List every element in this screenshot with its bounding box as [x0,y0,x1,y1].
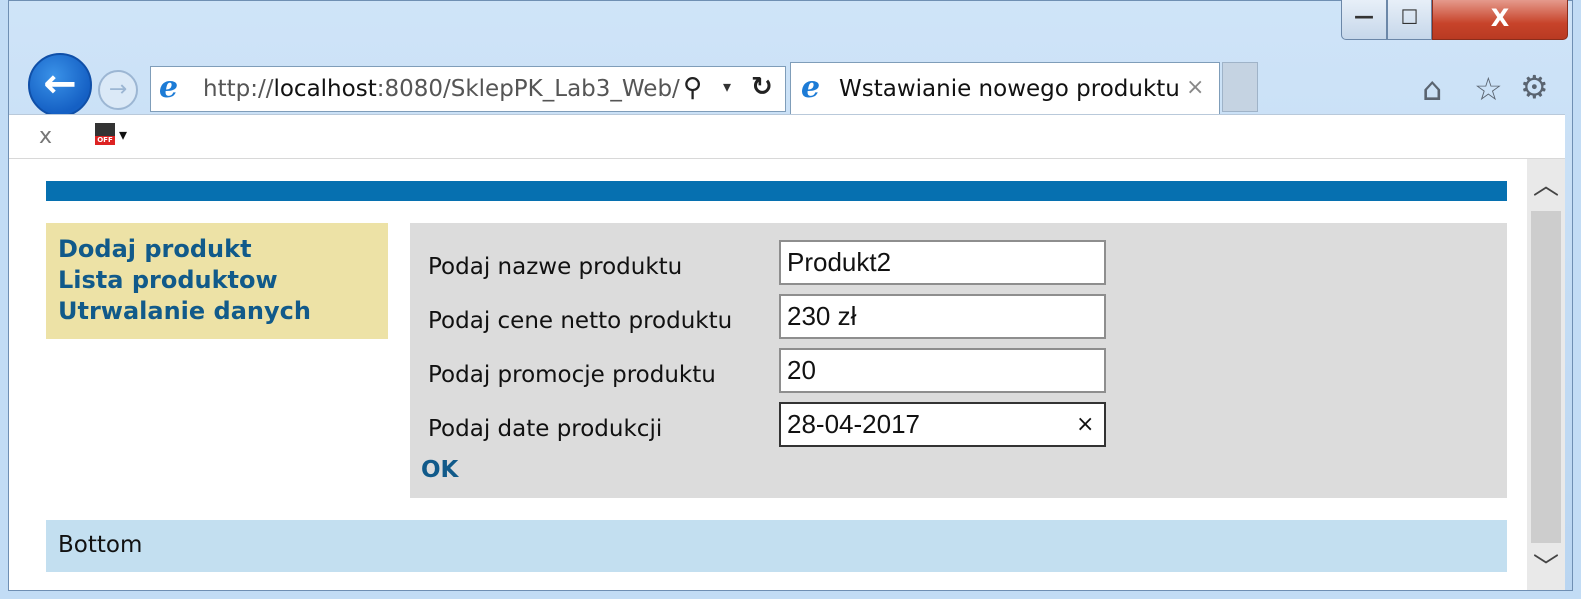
footer: Bottom [46,520,1507,572]
promotion-input[interactable] [779,348,1106,393]
scroll-up-icon[interactable]: ︿ [1527,165,1565,202]
tab-close-icon[interactable]: × [1186,75,1204,100]
back-button[interactable]: ← [28,53,92,117]
product-form: Podaj nazwe produktu Podaj cene netto pr… [410,223,1507,498]
back-arrow-icon: ← [43,61,77,107]
promotion-label: Podaj promocje produktu [428,362,716,388]
minimize-icon: — [1354,4,1374,28]
new-tab-button[interactable] [1222,62,1258,112]
browser-window: — ☐ X ← → e http://localhost:8080/SklepP… [0,0,1581,599]
scroll-down-icon[interactable]: ﹀ [1527,547,1565,584]
production-date-label: Podaj date produkcji [428,416,663,442]
ie-logo-icon: e [159,70,179,105]
scrollbar-thumb[interactable] [1531,211,1561,543]
forward-button[interactable]: → [98,70,138,110]
close-bar-icon[interactable]: x [39,124,52,149]
close-icon: X [1490,4,1510,32]
address-url[interactable]: http://localhost:8080/SklepPK_Lab3_Web/ [203,76,680,102]
net-price-label: Podaj cene netto produktu [428,308,733,334]
home-icon[interactable]: ⌂ [1422,70,1442,108]
address-path: :8080/SklepPK_Lab3_Web/ [376,76,680,102]
product-name-input[interactable] [779,240,1106,285]
ok-submit-link[interactable]: OK [421,457,458,483]
menu-link-dodaj-produkt[interactable]: Dodaj produkt [58,235,252,263]
production-date-input[interactable] [779,402,1106,447]
header-bar [46,181,1507,201]
address-dropdown-icon[interactable]: ▾ [723,77,731,96]
page-viewport: Dodaj produkt Lista produktow Utrwalanie… [9,159,1527,590]
menu-link-utrwalanie-danych[interactable]: Utrwalanie danych [58,297,311,325]
tab-title: Wstawianie nowego produktu [839,76,1180,102]
product-name-label: Podaj nazwe produktu [428,254,683,280]
refresh-icon[interactable]: ↻ [751,72,773,102]
addon-off-icon[interactable]: OFF [95,123,115,145]
address-bar[interactable]: e http://localhost:8080/SklepPK_Lab3_Web… [150,66,786,112]
net-price-input[interactable] [779,294,1106,339]
favorites-icon[interactable]: ☆ [1474,70,1503,108]
search-icon[interactable]: ⚲ [683,73,702,103]
address-scheme: http:// [203,76,274,102]
ie-favicon-icon: e [801,70,821,105]
addon-off-badge: OFF [95,136,115,145]
maximize-button[interactable]: ☐ [1387,0,1432,40]
forward-arrow-icon: → [108,77,128,102]
clear-input-icon[interactable]: × [1076,412,1094,437]
close-window-button[interactable]: X [1432,0,1568,40]
addon-dropdown-icon[interactable]: ▾ [119,125,127,144]
footer-text: Bottom [58,532,143,558]
side-menu: Dodaj produkt Lista produktow Utrwalanie… [46,223,388,339]
address-host: localhost [273,76,377,102]
maximize-icon: ☐ [1400,5,1419,29]
minimize-button[interactable]: — [1341,0,1387,40]
command-bar: x OFF ▾ [9,114,1565,159]
tab-active[interactable]: e Wstawianie nowego produktu × [790,62,1220,114]
settings-gear-icon[interactable]: ⚙ [1520,68,1549,106]
vertical-scrollbar[interactable]: ︿ ﹀ [1527,159,1565,590]
menu-link-lista-produktow[interactable]: Lista produktow [58,266,278,294]
